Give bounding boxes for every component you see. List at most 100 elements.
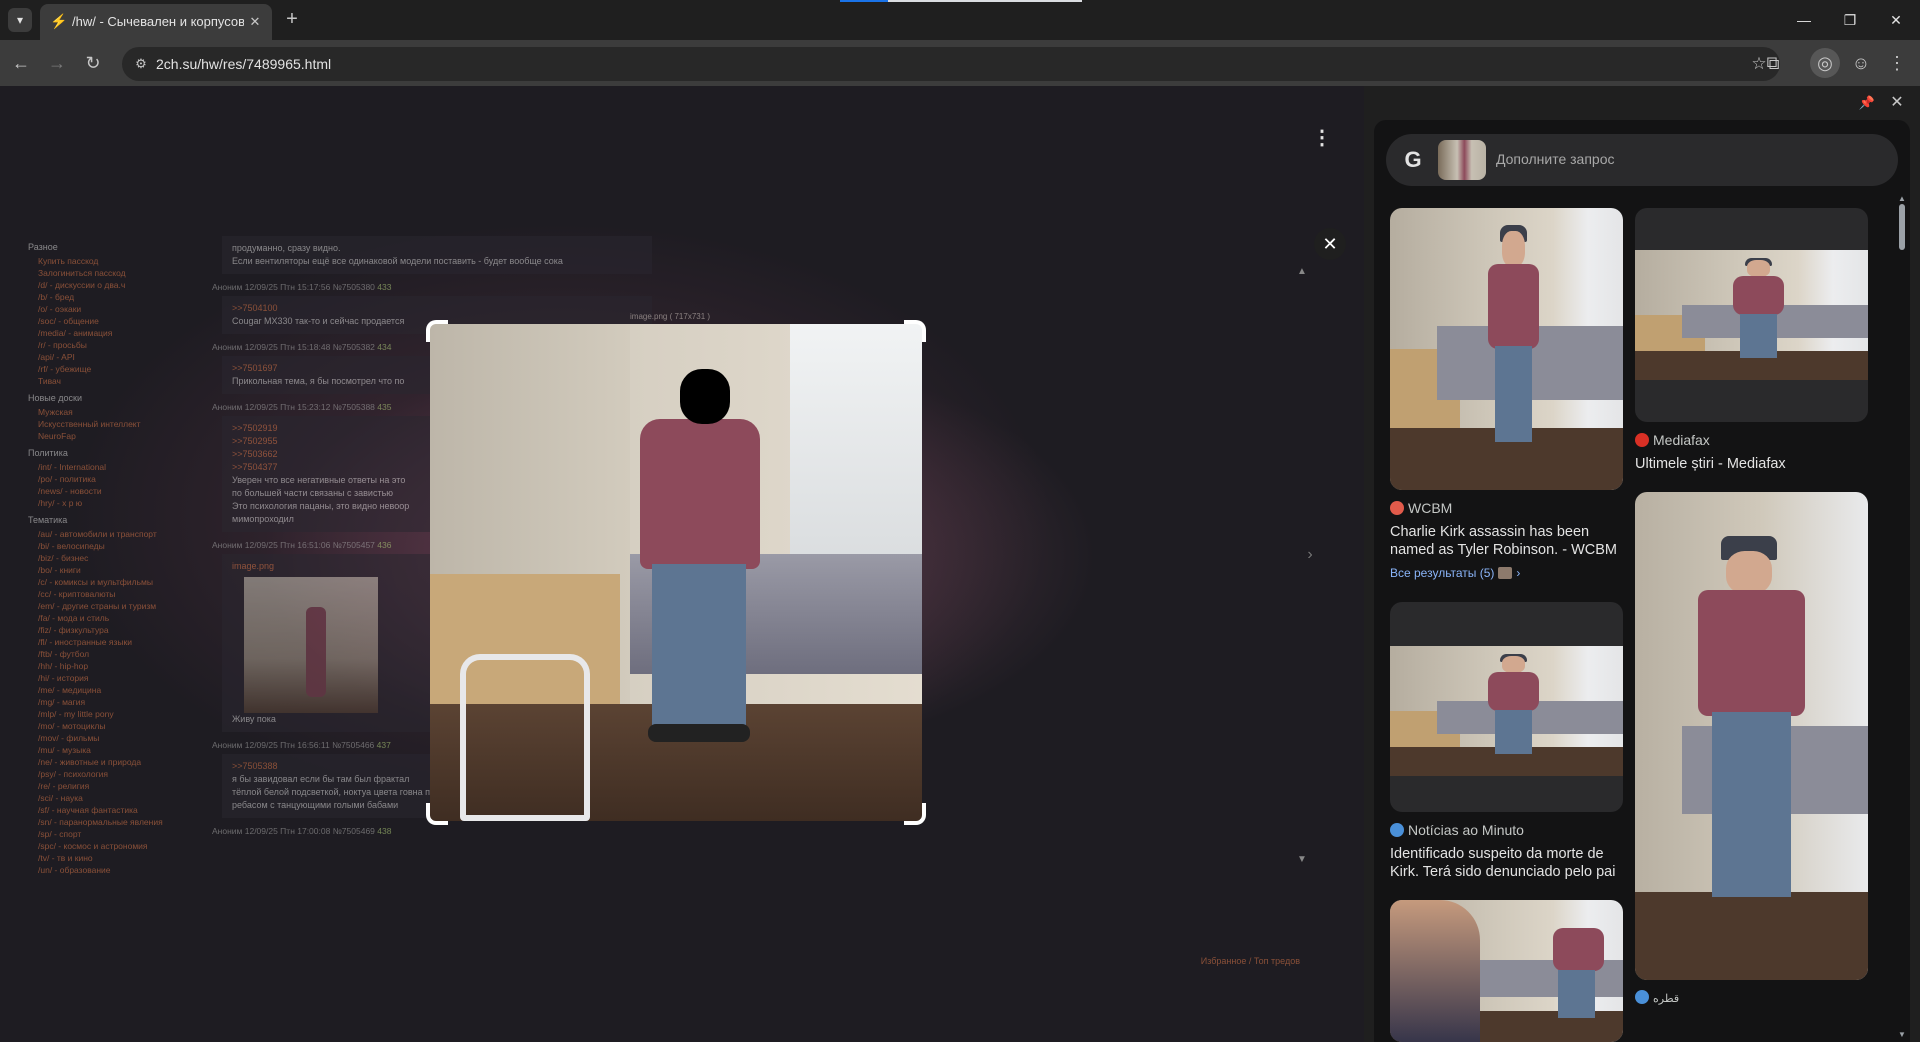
result-image[interactable] xyxy=(1635,208,1868,422)
google-lens-icon[interactable]: ◎ xyxy=(1810,48,1840,78)
selection-handle[interactable] xyxy=(426,803,448,825)
board-link[interactable]: /r/ - просьбы xyxy=(38,339,190,351)
board-link[interactable]: /api/ - API xyxy=(38,351,190,363)
board-link[interactable]: /bi/ - велосипеды xyxy=(38,540,190,552)
minimize-icon[interactable]: — xyxy=(1790,8,1818,32)
board-link[interactable]: /mg/ - магия xyxy=(38,696,190,708)
board-link[interactable]: /fl/ - иностранные языки xyxy=(38,636,190,648)
url-text[interactable]: 2ch.su/hw/res/7489965.html xyxy=(156,56,331,72)
board-link[interactable]: /mu/ - музыка xyxy=(38,744,190,756)
scroll-down-icon[interactable]: ▼ xyxy=(1896,1030,1908,1039)
board-link[interactable]: /hh/ - hip-hop xyxy=(38,660,190,672)
post-number[interactable]: 438 xyxy=(377,826,391,836)
board-link[interactable]: /news/ - новости xyxy=(38,485,190,497)
post-thumbnail[interactable] xyxy=(244,577,378,713)
restore-icon[interactable]: ❐ xyxy=(1836,8,1864,32)
extensions-icon[interactable]: ⧉ xyxy=(1758,48,1788,78)
scroll-up-icon[interactable]: ▲ xyxy=(1896,194,1908,203)
new-tab-button[interactable]: + xyxy=(280,8,304,32)
lens-search-bar[interactable]: G Дополните запрос xyxy=(1386,134,1898,186)
board-link[interactable]: /re/ - религия xyxy=(38,780,190,792)
board-link[interactable]: /po/ - политика xyxy=(38,473,190,485)
next-arrow-icon[interactable]: › xyxy=(1300,546,1320,566)
board-link[interactable]: /un/ - образование xyxy=(38,864,190,876)
result-title[interactable]: Identificado suspeito da morte de Kirk. … xyxy=(1390,845,1623,881)
board-link[interactable]: Искусственный интеллект xyxy=(38,418,190,430)
board-link[interactable]: /ftb/ - футбол xyxy=(38,648,190,660)
board-link[interactable]: Залогиниться пасскод xyxy=(38,267,190,279)
active-tab[interactable]: ⚡ /hw/ - Сычевален и корпусов ✕ xyxy=(40,4,272,40)
result-title[interactable]: Charlie Kirk assassin has been named as … xyxy=(1390,523,1623,559)
board-link[interactable]: /fa/ - мода и стиль xyxy=(38,612,190,624)
result-source[interactable]: Notícias ao Minuto xyxy=(1390,822,1524,838)
board-link[interactable]: Тивач xyxy=(38,375,190,387)
favorites-bar[interactable]: Избранное / Топ тредов xyxy=(1201,956,1300,966)
board-link[interactable]: /sn/ - паранормальные явления xyxy=(38,816,190,828)
board-link[interactable]: /biz/ - бизнес xyxy=(38,552,190,564)
result-title[interactable]: Ultimele știri - Mediafax xyxy=(1635,455,1868,473)
board-link[interactable]: Мужская xyxy=(38,406,190,418)
tab-close-icon[interactable]: ✕ xyxy=(246,13,264,31)
board-link[interactable]: /psy/ - психология xyxy=(38,768,190,780)
query-thumbnail[interactable] xyxy=(1438,140,1486,180)
board-link[interactable]: /media/ - анимация xyxy=(38,327,190,339)
board-link[interactable]: /b/ - бред xyxy=(38,291,190,303)
board-link[interactable]: /mov/ - фильмы xyxy=(38,732,190,744)
post-number[interactable]: 433 xyxy=(377,282,391,292)
post-number[interactable]: 437 xyxy=(377,740,391,750)
board-link[interactable]: /sp/ - спорт xyxy=(38,828,190,840)
scroll-up-icon[interactable]: ▲ xyxy=(1295,266,1309,280)
site-info-icon[interactable]: ⚙ xyxy=(132,55,150,73)
board-link[interactable]: /hry/ - х р ю xyxy=(38,497,190,509)
board-link[interactable]: /spc/ - космос и астрономия xyxy=(38,840,190,852)
lens-selection[interactable] xyxy=(426,320,926,825)
scroll-down-icon[interactable]: ▼ xyxy=(1295,854,1309,868)
selection-handle[interactable] xyxy=(904,320,926,342)
board-link[interactable]: Купить пасскод xyxy=(38,255,190,267)
board-link[interactable]: /au/ - автомобили и транспорт xyxy=(38,528,190,540)
pin-icon[interactable]: 📌 xyxy=(1856,92,1878,114)
board-link[interactable]: /c/ - комиксы и мультфильмы xyxy=(38,576,190,588)
board-link[interactable]: /bo/ - книги xyxy=(38,564,190,576)
board-link[interactable]: /me/ - медицина xyxy=(38,684,190,696)
scrollbar-thumb[interactable] xyxy=(1899,204,1905,250)
all-results-link[interactable]: Все результаты (5) › xyxy=(1390,566,1520,580)
side-panel-close-icon[interactable]: ✕ xyxy=(1886,92,1908,114)
close-icon[interactable]: ✕ xyxy=(1882,8,1910,32)
tab-search-button[interactable]: ▾ xyxy=(8,8,32,32)
post-number[interactable]: 434 xyxy=(377,342,391,352)
close-overlay-button[interactable]: ✕ xyxy=(1314,228,1346,260)
address-bar[interactable]: ⚙ 2ch.su/hw/res/7489965.html ☆ xyxy=(122,47,1780,81)
board-link[interactable]: /mo/ - мотоциклы xyxy=(38,720,190,732)
board-link[interactable]: /cc/ - криптовалюты xyxy=(38,588,190,600)
board-link[interactable]: /fiz/ - физкультура xyxy=(38,624,190,636)
board-link[interactable]: /em/ - другие страны и туризм xyxy=(38,600,190,612)
board-link[interactable]: /d/ - дискуссии о два.ч xyxy=(38,279,190,291)
lens-overlay-menu-icon[interactable]: ⋮ xyxy=(1310,126,1334,150)
board-link[interactable]: /ne/ - животные и природа xyxy=(38,756,190,768)
reload-icon[interactable]: ↻ xyxy=(78,48,108,78)
result-image[interactable] xyxy=(1635,492,1868,980)
selection-handle[interactable] xyxy=(904,803,926,825)
lens-search-input[interactable]: Дополните запрос xyxy=(1496,151,1615,167)
result-source[interactable]: قطره xyxy=(1635,990,1679,1005)
board-link[interactable]: /o/ - оэкаки xyxy=(38,303,190,315)
profile-icon[interactable]: ☺ xyxy=(1846,48,1876,78)
board-link[interactable]: /rf/ - убежище xyxy=(38,363,190,375)
result-image[interactable] xyxy=(1390,602,1623,812)
back-icon[interactable]: ← xyxy=(6,48,36,78)
result-source[interactable]: Mediafax xyxy=(1635,432,1710,448)
board-link[interactable]: NeuroFap xyxy=(38,430,190,442)
selection-handle[interactable] xyxy=(426,320,448,342)
result-source[interactable]: WCBM xyxy=(1390,500,1452,516)
result-image[interactable] xyxy=(1390,208,1623,490)
post-number[interactable]: 435 xyxy=(377,402,391,412)
board-link[interactable]: /int/ - International xyxy=(38,461,190,473)
result-image[interactable] xyxy=(1390,900,1623,1042)
menu-icon[interactable]: ⋮ xyxy=(1882,48,1912,78)
board-link[interactable]: /tv/ - тв и кино xyxy=(38,852,190,864)
board-link[interactable]: /hi/ - история xyxy=(38,672,190,684)
board-link[interactable]: /sf/ - научная фантастика xyxy=(38,804,190,816)
board-link[interactable]: /sci/ - наука xyxy=(38,792,190,804)
board-link[interactable]: /soc/ - общение xyxy=(38,315,190,327)
